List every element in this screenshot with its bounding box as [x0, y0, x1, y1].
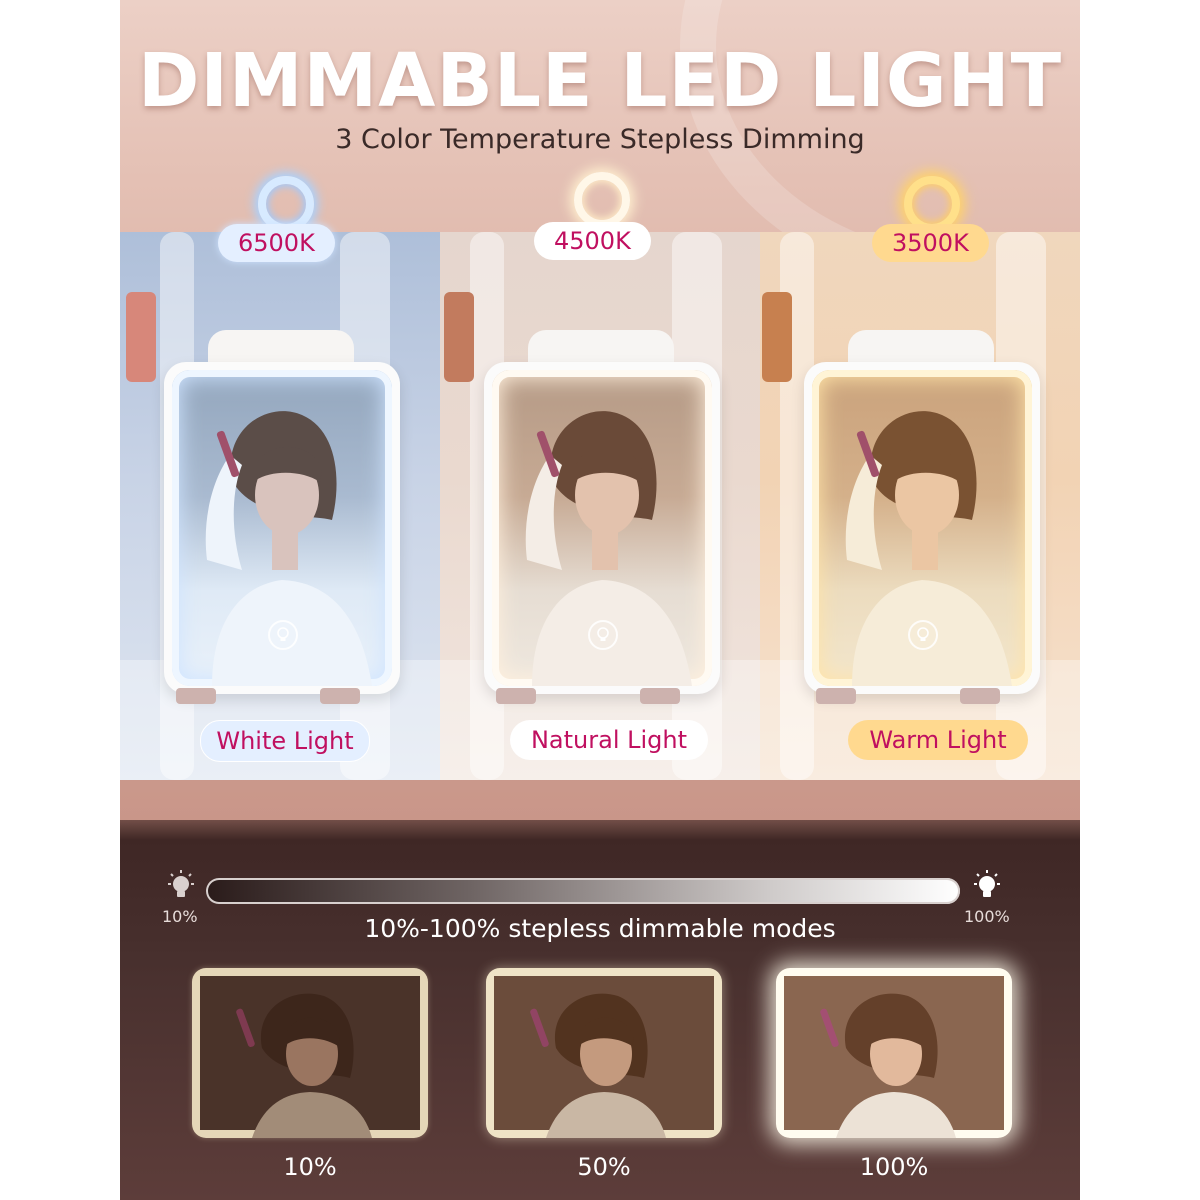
kelvin-badge: 3500K — [872, 224, 989, 262]
fridge-foot — [176, 688, 216, 704]
hanging-garment — [762, 292, 792, 382]
mirror-door — [492, 370, 712, 686]
fridge-foot — [640, 688, 680, 704]
brightness-label: 10% — [283, 1153, 337, 1181]
portrait-woman — [784, 976, 1004, 1138]
fridge-foot — [496, 688, 536, 704]
lightbulb-touch-icon — [908, 620, 938, 650]
brightness-preview-100 — [776, 968, 1012, 1138]
kelvin-badge: 6500K — [218, 224, 335, 262]
hanging-garment — [126, 292, 156, 382]
fridge-foot — [960, 688, 1000, 704]
natural-light-ring-icon — [574, 172, 630, 228]
lightbulb-dim-icon — [168, 870, 194, 897]
portrait-woman — [200, 976, 420, 1138]
subheadline: 3 Color Temperature Stepless Dimming — [335, 124, 865, 155]
panel-white-light — [120, 232, 440, 780]
mini-fridge — [484, 362, 720, 694]
mini-fridge — [164, 362, 400, 694]
dimmer-caption: 10%-100% stepless dimmable modes — [364, 914, 836, 943]
portrait-woman — [494, 976, 714, 1138]
kelvin-badge: 4500K — [534, 222, 651, 260]
brightness-preview-50 — [486, 968, 722, 1138]
panel-warm-light — [760, 232, 1080, 780]
headline: DIMMABLE LED LIGHT — [137, 38, 1063, 124]
brightness-preview-10 — [192, 968, 428, 1138]
mirror-door — [172, 370, 392, 686]
product-poster: DIMMABLE LED LIGHT 3 Color Temperature S… — [120, 0, 1080, 1200]
lightbulb-touch-icon — [588, 620, 618, 650]
brightness-gradient-bar — [206, 878, 960, 904]
brightness-label: 100% — [859, 1153, 929, 1181]
brightness-label: 50% — [577, 1153, 631, 1181]
panel-natural-light — [440, 232, 760, 780]
hanging-garment — [444, 292, 474, 382]
fridge-foot — [816, 688, 856, 704]
lightbulb-touch-icon — [268, 620, 298, 650]
lightbulb-bright-icon — [974, 870, 1000, 897]
mode-label: White Light — [200, 720, 370, 762]
mini-fridge — [804, 362, 1040, 694]
fridge-foot — [320, 688, 360, 704]
mode-label: Warm Light — [848, 720, 1028, 760]
mirror-door — [812, 370, 1032, 686]
mode-label: Natural Light — [510, 720, 708, 760]
